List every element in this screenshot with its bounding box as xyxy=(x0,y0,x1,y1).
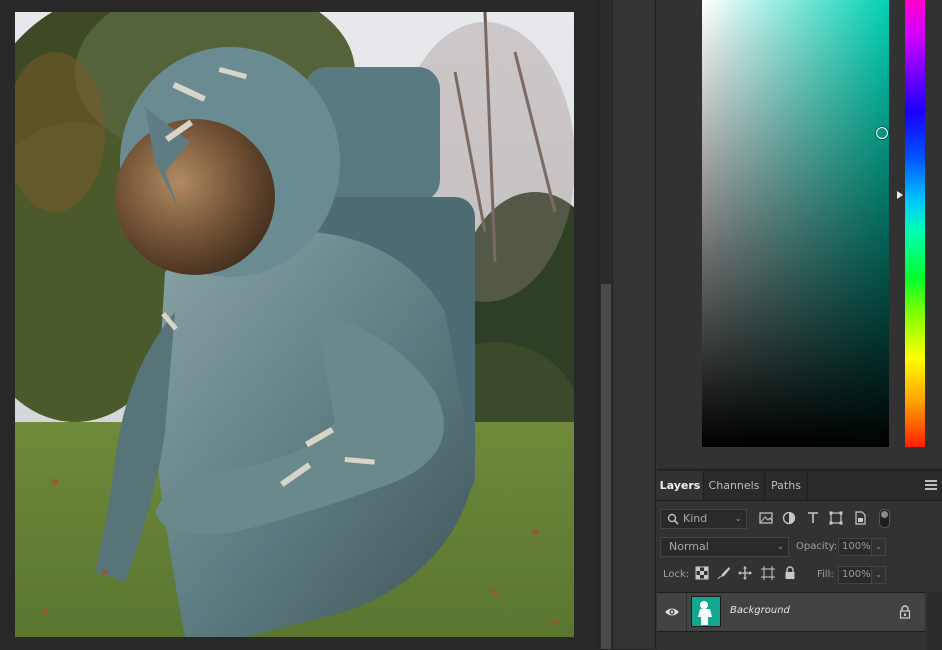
layer-row-divider xyxy=(686,593,687,631)
chevron-down-icon: ⌄ xyxy=(776,542,784,552)
layer-thumbnail[interactable] xyxy=(691,596,721,627)
fill-input[interactable]: 100% xyxy=(838,566,872,584)
type-filter-icon[interactable] xyxy=(805,510,821,526)
layers-scrollbar[interactable] xyxy=(927,592,942,650)
lock-position-icon[interactable] xyxy=(738,566,752,580)
canvas-area[interactable] xyxy=(0,0,598,649)
panel-menu-icon[interactable] xyxy=(925,480,937,490)
smart-object-filter-icon[interactable] xyxy=(852,510,868,526)
opacity-dropdown-button[interactable]: ⌄ xyxy=(872,538,886,556)
search-icon xyxy=(667,513,679,525)
image-filter-icon[interactable] xyxy=(758,510,774,526)
lock-artboard-icon[interactable] xyxy=(761,566,775,580)
tab-layers[interactable]: Layers xyxy=(657,471,704,500)
blend-mode-select[interactable]: Normal ⌄ xyxy=(660,537,789,557)
color-panel xyxy=(657,0,942,468)
layer-lock-icon xyxy=(899,605,911,619)
saturation-brightness-field[interactable] xyxy=(702,0,889,447)
opacity-input[interactable]: 100% xyxy=(838,538,872,556)
adjustment-filter-icon[interactable] xyxy=(781,510,797,526)
lock-transparent-pixels-icon[interactable] xyxy=(695,566,709,580)
panel-dock-gutter xyxy=(612,0,657,649)
document-image[interactable] xyxy=(15,12,574,637)
fill-dropdown-button[interactable]: ⌄ xyxy=(872,566,886,584)
visibility-eye-icon[interactable] xyxy=(664,605,680,619)
chevron-down-icon: ⌄ xyxy=(734,514,742,524)
document-vertical-scrollbar[interactable] xyxy=(598,0,613,649)
layer-row[interactable]: Background xyxy=(657,592,925,632)
hue-slider[interactable] xyxy=(905,0,925,447)
layer-thumbnail-image xyxy=(692,597,720,626)
lock-label: Lock: xyxy=(663,569,690,580)
layer-name[interactable]: Background xyxy=(730,605,790,616)
tab-paths[interactable]: Paths xyxy=(765,471,808,500)
opacity-label: Opacity: xyxy=(796,541,838,552)
blend-mode-value: Normal xyxy=(669,540,709,553)
color-picker-marker[interactable] xyxy=(876,127,888,139)
fill-label: Fill: xyxy=(817,569,834,580)
lock-all-icon[interactable] xyxy=(783,566,797,580)
toggle-knob xyxy=(881,511,888,518)
hue-slider-marker[interactable] xyxy=(897,191,903,199)
panel-divider xyxy=(655,0,656,649)
shape-filter-icon[interactable] xyxy=(828,510,844,526)
kind-filter-label: Kind xyxy=(683,512,708,525)
layer-filter-toggle[interactable] xyxy=(879,509,890,528)
lock-image-pixels-icon[interactable] xyxy=(717,566,731,580)
layer-kind-filter-select[interactable]: Kind ⌄ xyxy=(660,509,747,529)
panel-tab-bar: Layers Channels Paths xyxy=(657,471,942,501)
astronaut-statue-photo xyxy=(15,12,574,637)
scrollbar-thumb[interactable] xyxy=(601,284,611,649)
tab-channels[interactable]: Channels xyxy=(704,471,765,500)
layers-panel: Layers Channels Paths Kind ⌄ Normal ⌄ Op… xyxy=(657,470,942,650)
